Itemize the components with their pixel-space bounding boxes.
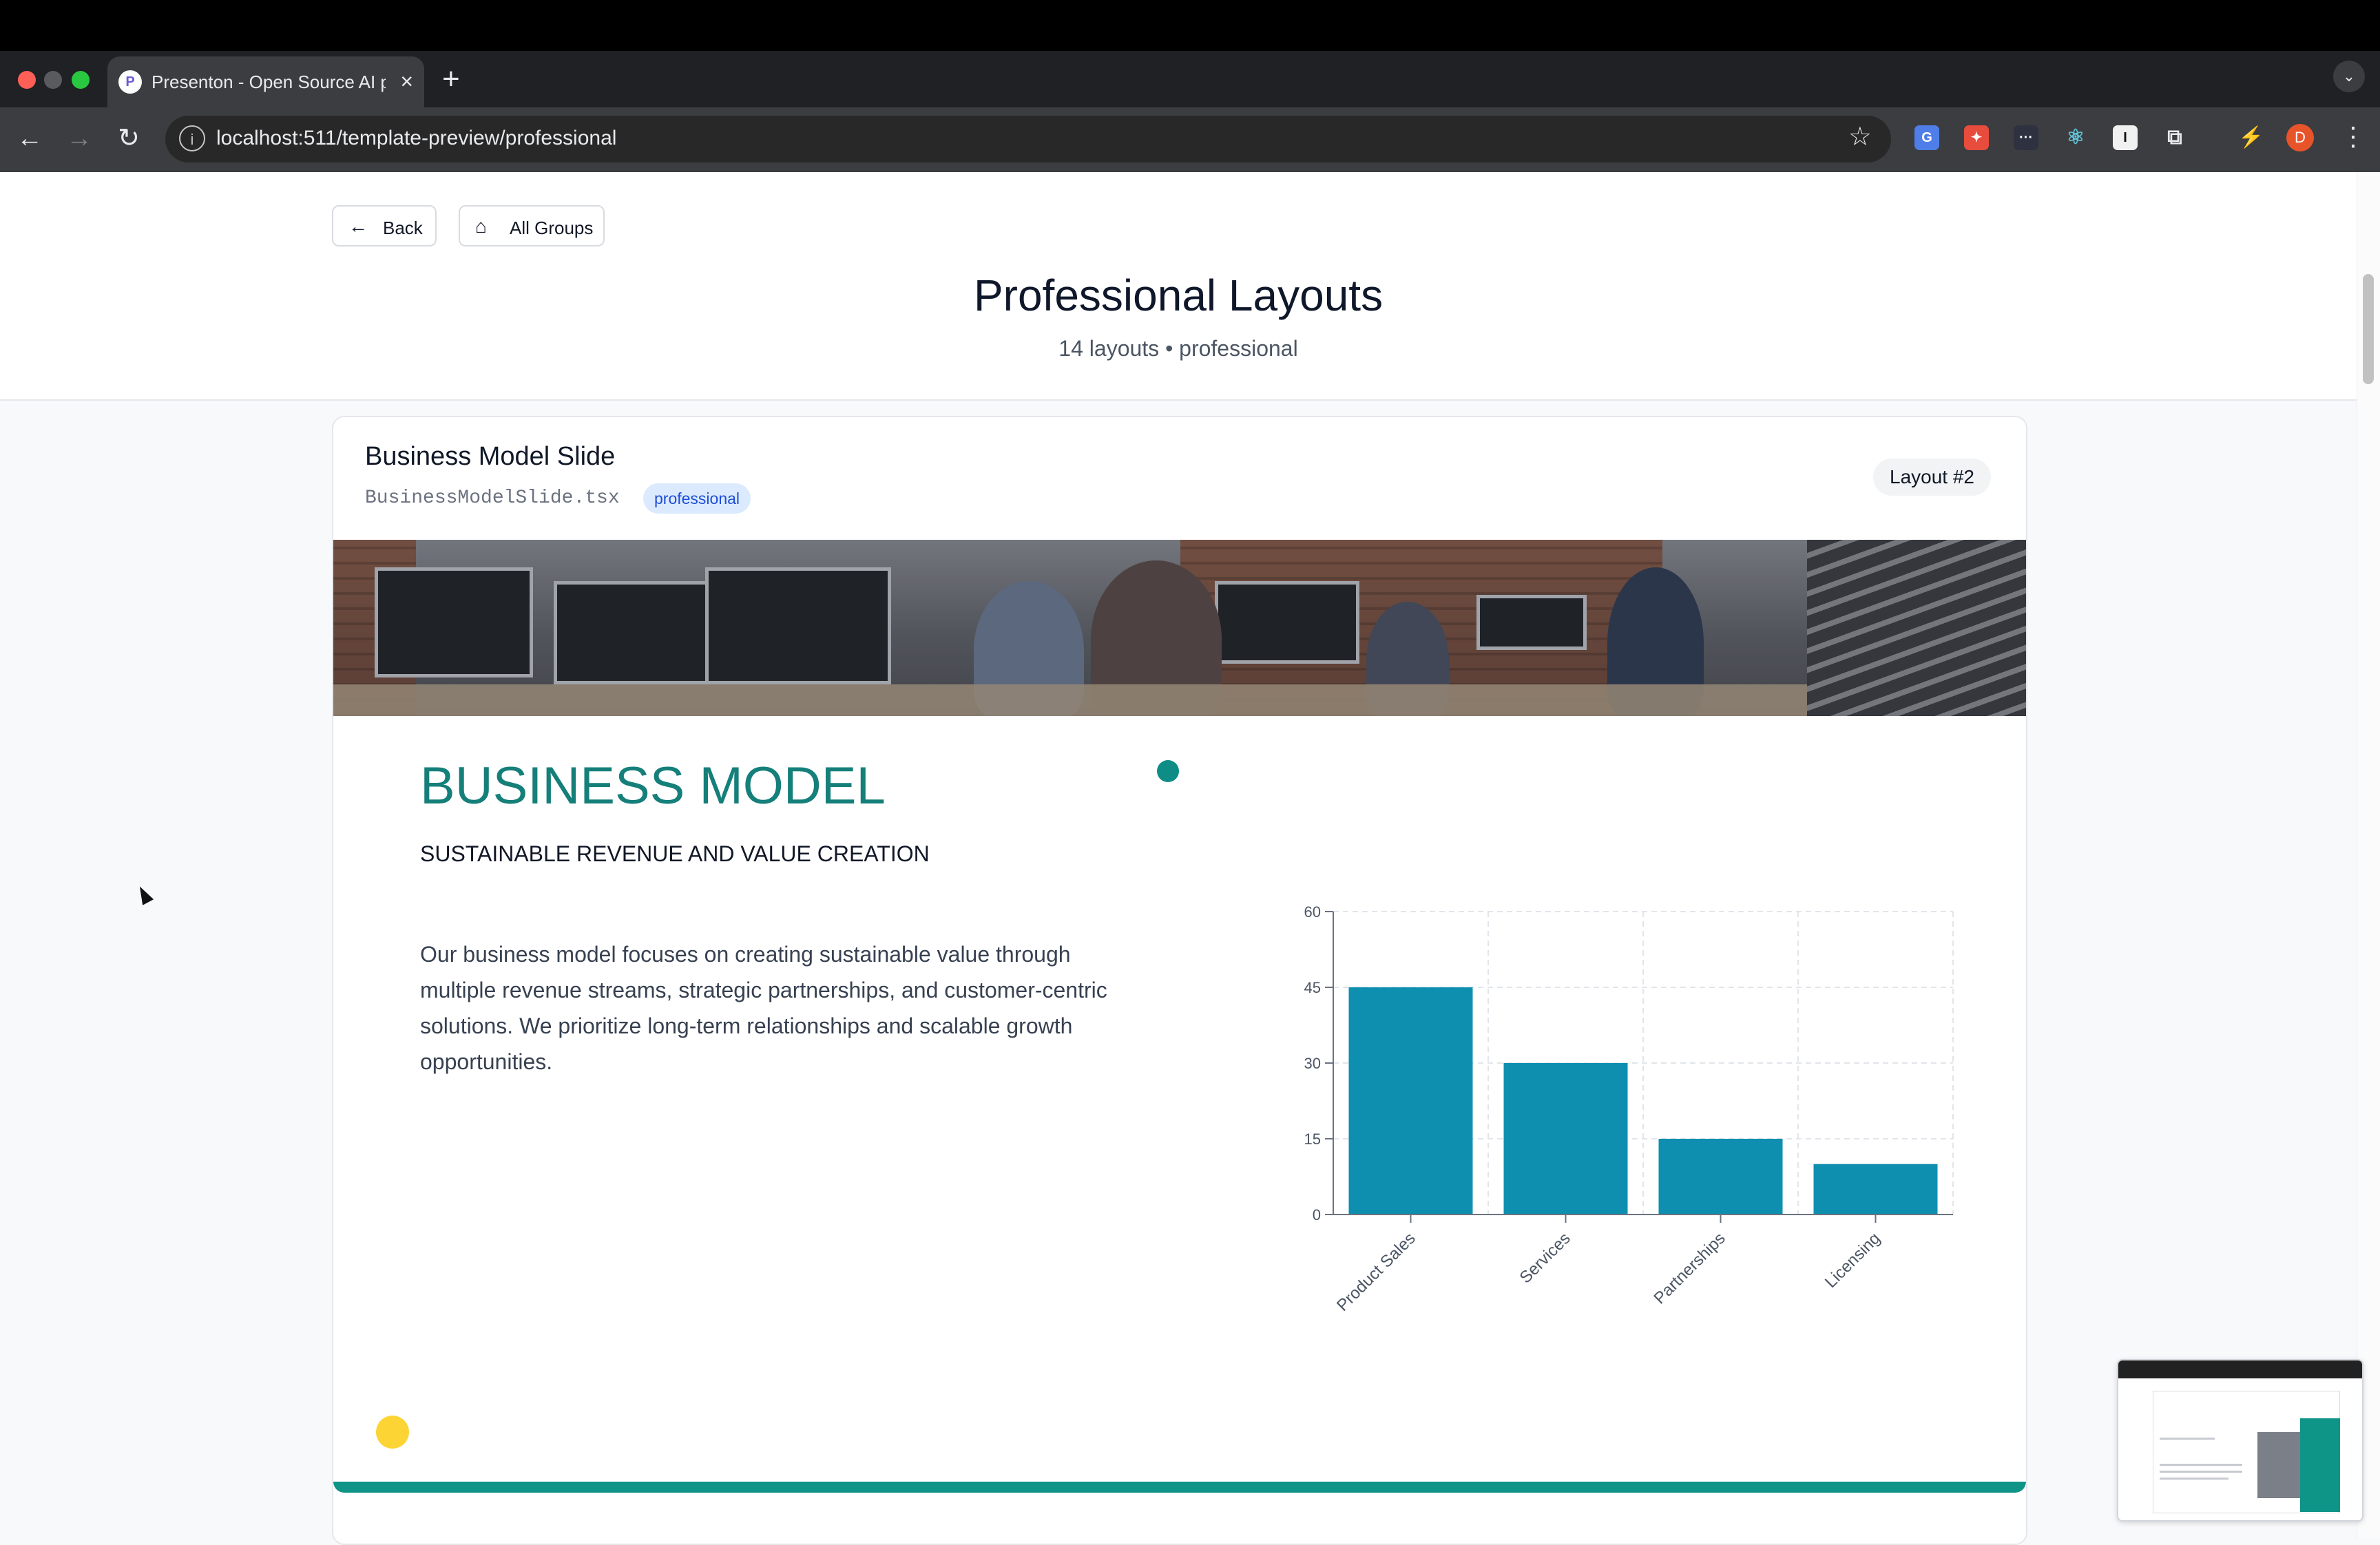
bar-partnerships <box>1658 1139 1783 1215</box>
slide-body-text: Our business model focuses on creating s… <box>420 942 1107 1074</box>
y-tick-label: 60 <box>1304 903 1321 921</box>
x-tick-label: Services <box>1516 1229 1574 1287</box>
x-tick-label: Partnerships <box>1650 1229 1729 1307</box>
react-extension-icon[interactable]: ⚛ <box>2063 125 2088 150</box>
i-extension-icon[interactable]: I <box>2113 125 2138 150</box>
category-badge: professional <box>643 483 751 514</box>
page-scrollbar[interactable] <box>2357 172 2380 1538</box>
close-window-button[interactable] <box>18 71 36 89</box>
arrow-left-icon: ← <box>348 216 368 237</box>
scrollbar-thumb[interactable] <box>2363 274 2374 384</box>
office-hero-image <box>333 540 2026 716</box>
url-text[interactable]: localhost:511/template-preview/professio… <box>216 127 616 150</box>
page-title: Professional Layouts <box>973 271 1384 320</box>
layout-number-badge: Layout #2 <box>1873 459 1991 496</box>
new-tab-icon[interactable]: + <box>442 62 460 96</box>
back-button[interactable]: ← Back <box>332 205 437 246</box>
profile-avatar[interactable]: D <box>2286 124 2314 151</box>
address-bar[interactable]: i localhost:511/template-preview/profess… <box>165 116 1891 162</box>
browser-tab-active[interactable]: P Presenton - Open Source AI p × <box>107 56 424 107</box>
x-tick-label: Licensing <box>1821 1229 1884 1292</box>
bar-product-sales <box>1348 987 1473 1215</box>
bookmark-star-icon[interactable]: ☆ <box>1848 121 1872 152</box>
tab-title: Presenton - Open Source AI p <box>152 72 386 92</box>
reload-icon[interactable]: ↻ <box>112 123 146 154</box>
decorative-yellow-dot <box>376 1416 409 1449</box>
browser-menu-icon[interactable]: ⋮ <box>2340 121 2366 152</box>
back-button-label: Back <box>383 218 423 238</box>
extensions-puzzle-icon[interactable]: ⧉ <box>2162 125 2187 150</box>
back-arrow-icon[interactable]: ← <box>12 123 47 154</box>
system-top-bar <box>0 0 2380 51</box>
y-tick-label: 15 <box>1304 1131 1321 1148</box>
rocket-extension-icon[interactable]: ✦ <box>1964 125 1989 150</box>
tab-search-chevron-icon[interactable]: ⌄ <box>2333 61 2365 92</box>
bar-licensing <box>1813 1164 1938 1215</box>
all-groups-label: All Groups <box>510 218 594 238</box>
performance-icon[interactable]: ⚡ <box>2238 125 2264 150</box>
card-filename: BusinessModelSlide.tsx <box>365 487 620 509</box>
page-subtitle: 14 layouts • professional <box>1058 336 1298 361</box>
x-tick-label: Product Sales <box>1333 1229 1419 1315</box>
revenue-bar-chart: 0 15 30 45 60 Product Sales Services Partnershi… <box>1304 903 1954 1315</box>
card-title: Business Model Slide <box>365 442 616 471</box>
card-footer-bar <box>333 1482 2026 1493</box>
y-tick-label: 45 <box>1304 979 1321 996</box>
decorative-teal-dot <box>1157 760 1179 782</box>
all-groups-button[interactable]: ⌂ All Groups <box>459 205 605 246</box>
forward-arrow-icon[interactable]: → <box>62 123 96 154</box>
translate-extension-icon[interactable]: G <box>1914 125 1939 150</box>
close-tab-icon[interactable]: × <box>400 67 413 95</box>
y-tick-label: 0 <box>1313 1206 1321 1223</box>
mouse-cursor-icon <box>134 883 154 905</box>
slide-title: BUSINESS MODEL <box>420 757 886 815</box>
slide-subtitle: SUSTAINABLE REVENUE AND VALUE CREATION <box>420 841 930 866</box>
home-icon: ⌂ <box>475 216 487 237</box>
bar-services <box>1503 1063 1628 1215</box>
dots-extension-icon[interactable]: ··· <box>2014 125 2038 150</box>
maximize-window-button[interactable] <box>72 71 90 89</box>
picture-in-picture-preview[interactable] <box>2117 1359 2363 1522</box>
site-info-icon[interactable]: i <box>179 125 205 151</box>
y-tick-label: 30 <box>1304 1055 1321 1072</box>
presenton-favicon-icon: P <box>118 70 142 94</box>
minimize-window-button[interactable] <box>44 71 62 89</box>
